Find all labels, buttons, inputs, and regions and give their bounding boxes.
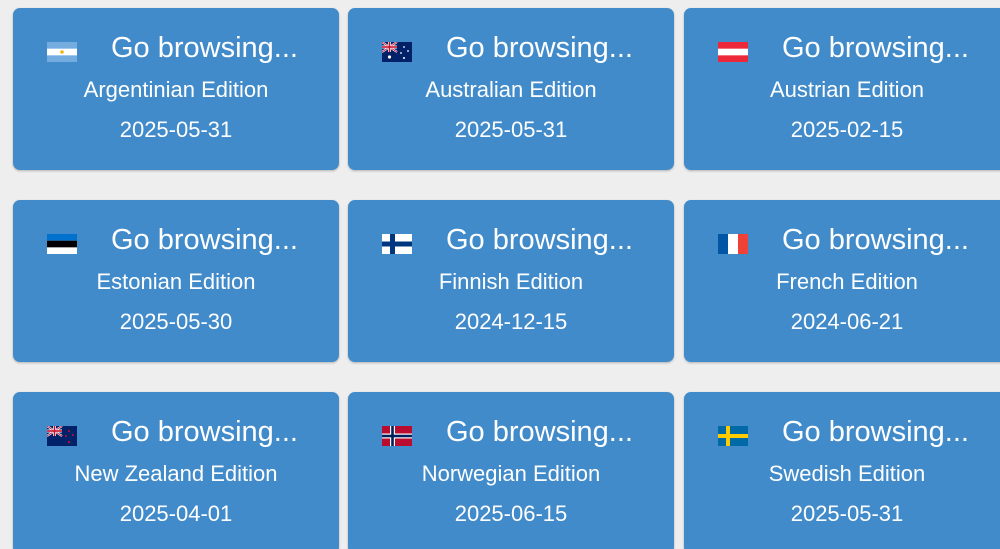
go-browsing-link[interactable]: Go browsing... <box>111 222 298 258</box>
argentina-flag-icon <box>47 42 77 62</box>
edition-date: 2024-12-15 <box>454 309 568 334</box>
edition-name: Austrian Edition <box>769 77 925 102</box>
card-header: Go browsing... <box>13 220 339 260</box>
editions-grid: Go browsing... Argentinian Edition 2025-… <box>0 0 1000 549</box>
go-browsing-link[interactable]: Go browsing... <box>111 30 298 66</box>
card-header: Go browsing... <box>348 220 674 260</box>
edition-date: 2024-06-21 <box>790 309 904 334</box>
edition-name: French Edition <box>776 269 918 294</box>
edition-name: New Zealand Edition <box>74 461 278 486</box>
card-header: Go browsing... <box>684 28 1000 68</box>
edition-date: 2025-05-31 <box>454 117 568 142</box>
card-header: Go browsing... <box>348 412 674 452</box>
edition-card-australia[interactable]: Go browsing... Australian Edition 2025-0… <box>348 8 674 170</box>
edition-date: 2025-05-30 <box>119 309 233 334</box>
finland-flag-icon <box>382 234 412 254</box>
edition-name: Argentinian Edition <box>83 77 269 102</box>
edition-name: Australian Edition <box>425 77 597 102</box>
norway-flag-icon <box>382 426 412 446</box>
edition-card-finland[interactable]: Go browsing... Finnish Edition 2024-12-1… <box>348 200 674 362</box>
sweden-flag-icon <box>718 426 748 446</box>
go-browsing-link[interactable]: Go browsing... <box>782 414 969 450</box>
edition-date: 2025-06-15 <box>454 501 568 526</box>
card-header: Go browsing... <box>348 28 674 68</box>
edition-card-new-zealand[interactable]: Go browsing... New Zealand Edition 2025-… <box>13 392 339 549</box>
estonia-flag-icon <box>47 234 77 254</box>
new-zealand-flag-icon <box>47 426 77 446</box>
card-header: Go browsing... <box>13 28 339 68</box>
edition-date: 2025-05-31 <box>790 501 904 526</box>
australia-flag-icon <box>382 42 412 62</box>
edition-card-estonia[interactable]: Go browsing... Estonian Edition 2025-05-… <box>13 200 339 362</box>
card-header: Go browsing... <box>684 220 1000 260</box>
edition-card-france[interactable]: Go browsing... French Edition 2024-06-21 <box>684 200 1000 362</box>
card-header: Go browsing... <box>684 412 1000 452</box>
go-browsing-link[interactable]: Go browsing... <box>446 414 633 450</box>
france-flag-icon <box>718 234 748 254</box>
edition-card-norway[interactable]: Go browsing... Norwegian Edition 2025-06… <box>348 392 674 549</box>
edition-name: Swedish Edition <box>768 461 926 486</box>
edition-name: Estonian Edition <box>96 269 256 294</box>
edition-date: 2025-02-15 <box>790 117 904 142</box>
go-browsing-link[interactable]: Go browsing... <box>782 30 969 66</box>
edition-name: Norwegian Edition <box>421 461 601 486</box>
card-header: Go browsing... <box>13 412 339 452</box>
edition-date: 2025-05-31 <box>119 117 233 142</box>
edition-name: Finnish Edition <box>438 269 584 294</box>
edition-card-austria[interactable]: Go browsing... Austrian Edition 2025-02-… <box>684 8 1000 170</box>
go-browsing-link[interactable]: Go browsing... <box>446 30 633 66</box>
go-browsing-link[interactable]: Go browsing... <box>111 414 298 450</box>
go-browsing-link[interactable]: Go browsing... <box>446 222 633 258</box>
edition-card-sweden[interactable]: Go browsing... Swedish Edition 2025-05-3… <box>684 392 1000 549</box>
edition-card-argentina[interactable]: Go browsing... Argentinian Edition 2025-… <box>13 8 339 170</box>
austria-flag-icon <box>718 42 748 62</box>
edition-date: 2025-04-01 <box>119 501 233 526</box>
go-browsing-link[interactable]: Go browsing... <box>782 222 969 258</box>
